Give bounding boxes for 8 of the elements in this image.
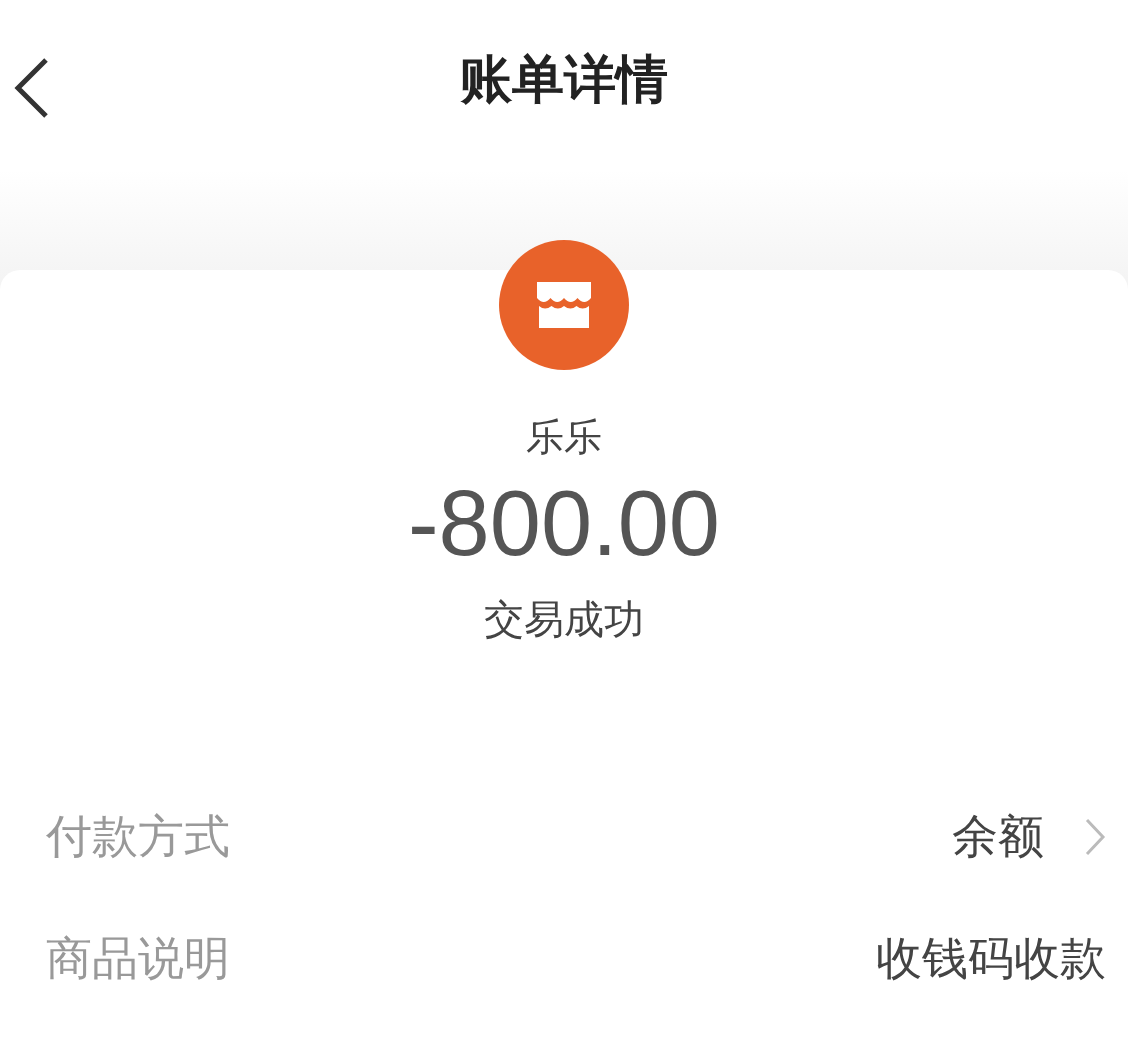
- detail-value: 余额: [952, 808, 1044, 866]
- merchant-name: 乐乐: [526, 414, 602, 461]
- detail-label: 商品说明: [46, 930, 230, 988]
- detail-label: 付款方式: [46, 808, 230, 866]
- status-text: 交易成功: [484, 595, 644, 645]
- detail-value: 收钱码收款: [876, 930, 1106, 988]
- page-title: 账单详情: [460, 48, 668, 111]
- amount: -800.00: [408, 473, 720, 575]
